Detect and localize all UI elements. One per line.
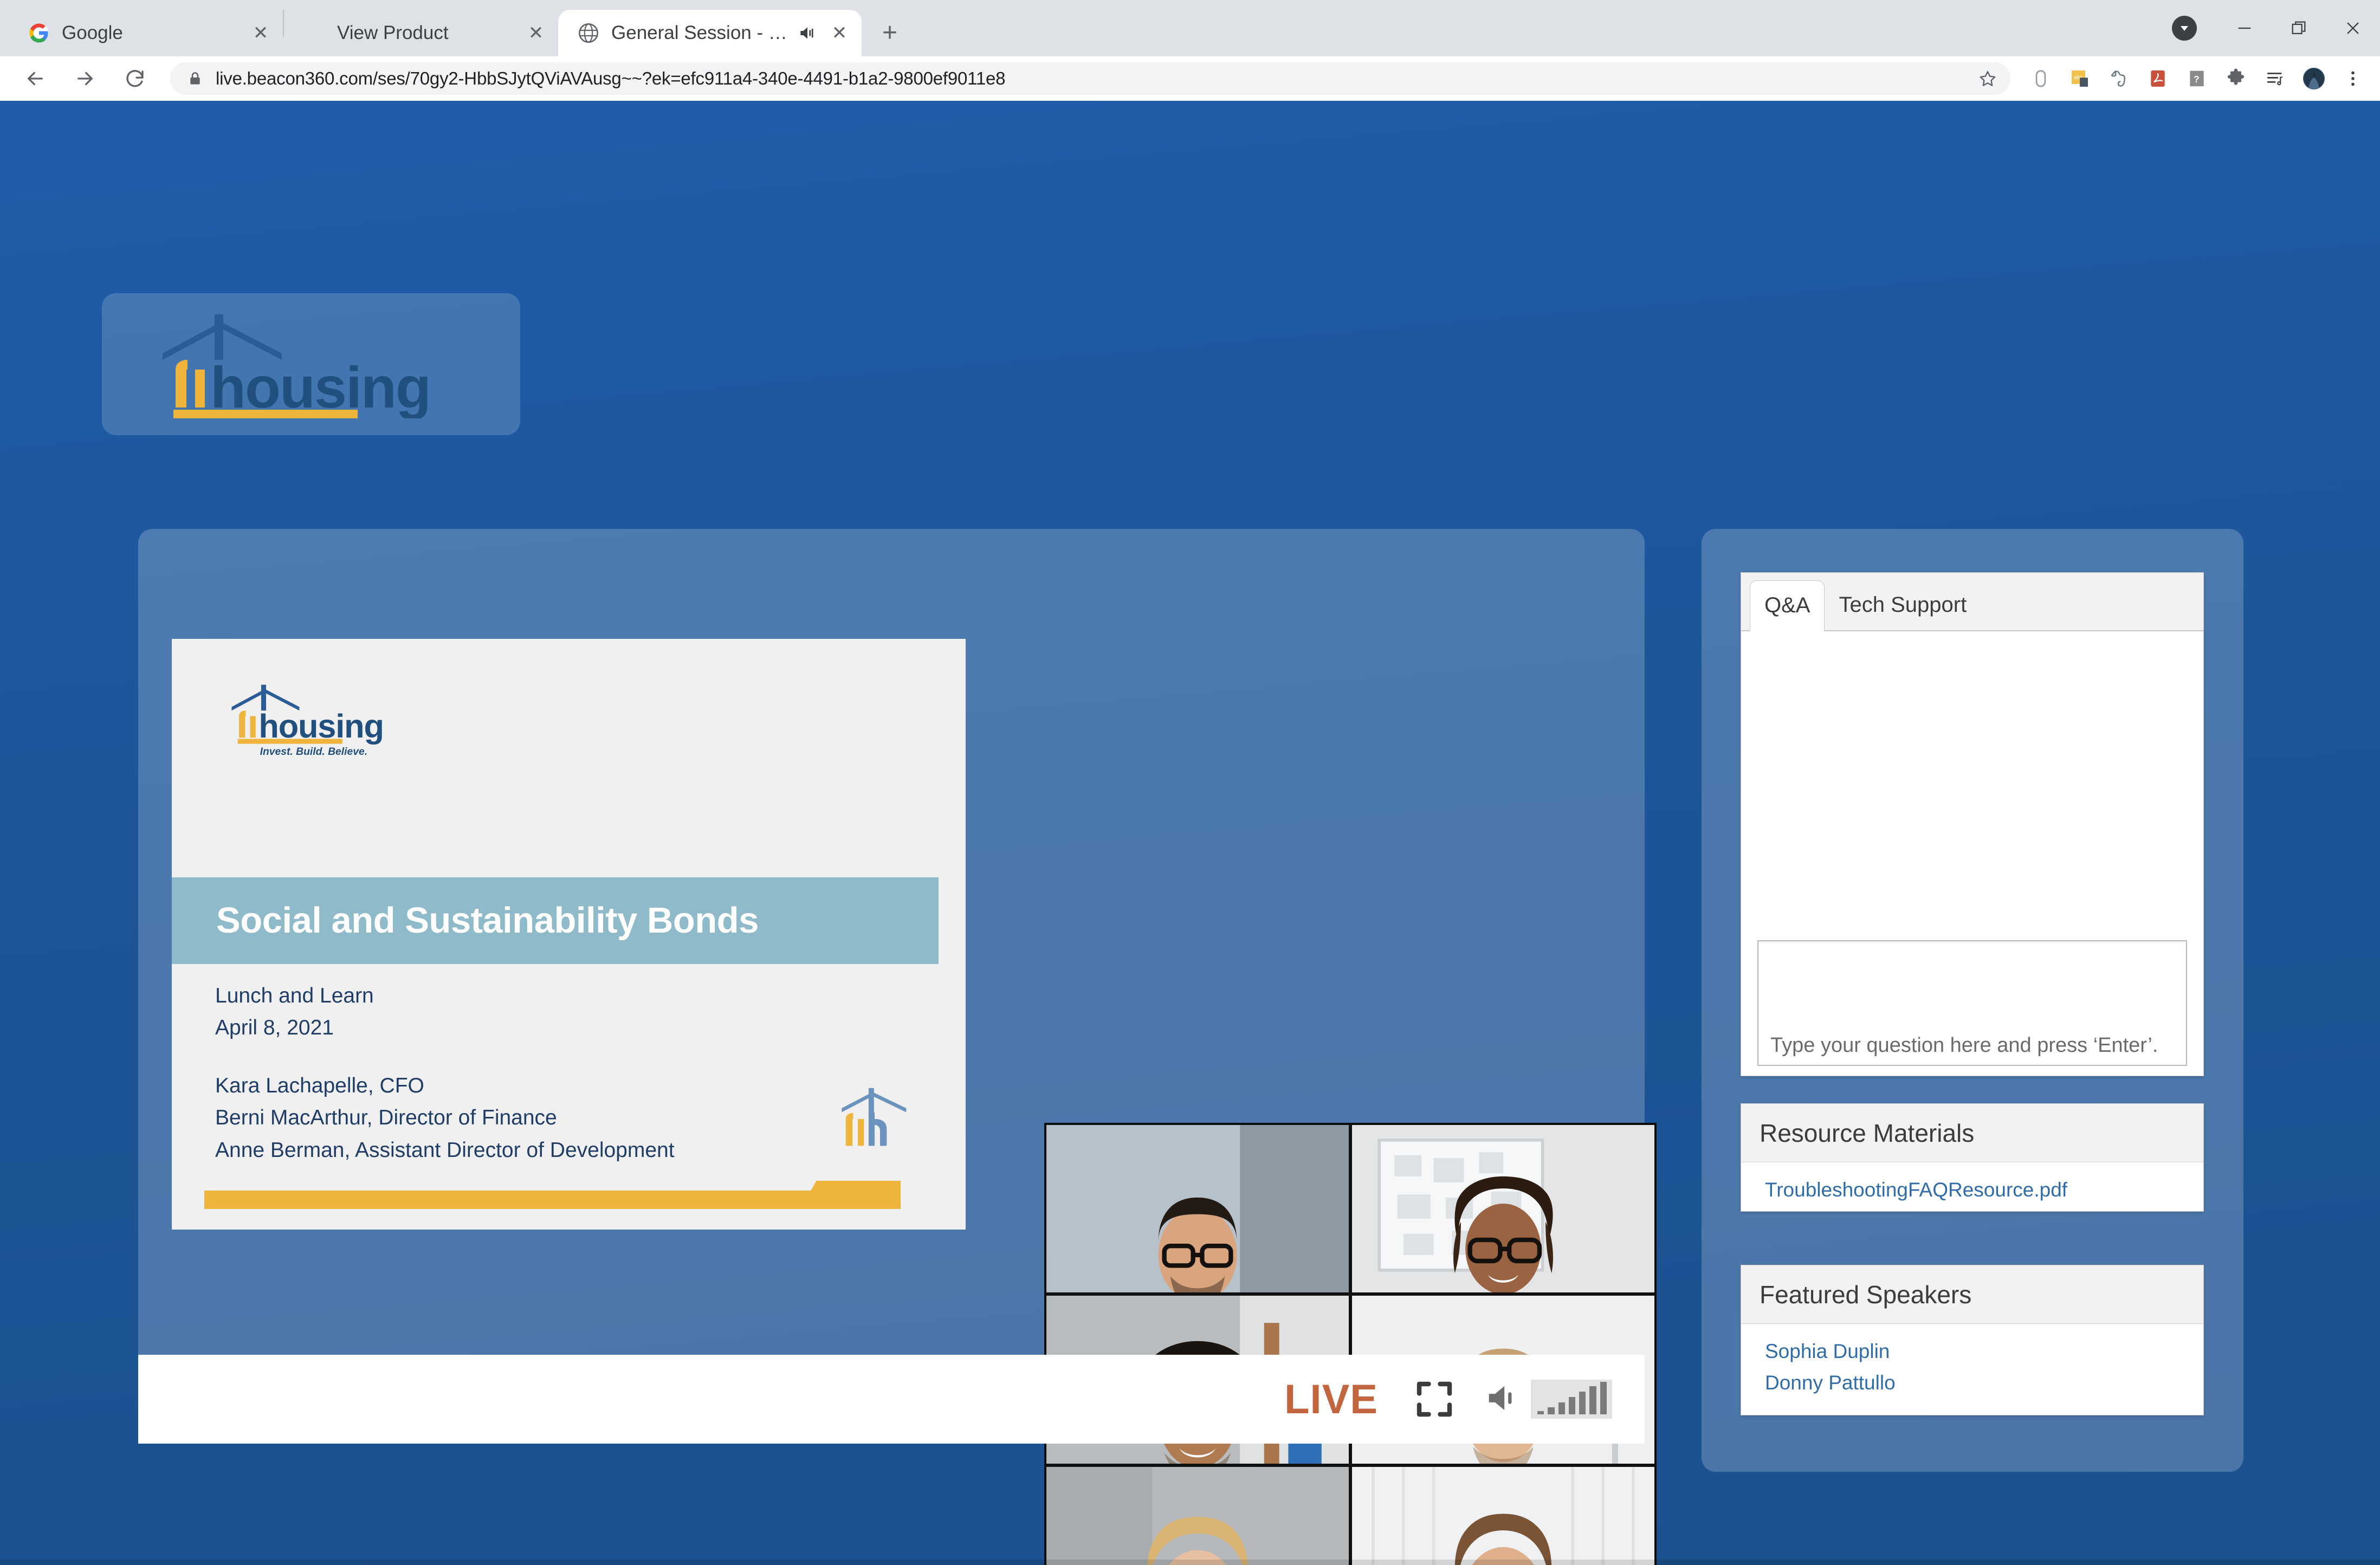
featured-speakers-panel: Featured Speakers Sophia Duplin Donny Pa…: [1741, 1265, 2204, 1415]
reading-list-icon[interactable]: [2255, 59, 2294, 98]
window-maximize-button[interactable]: [2272, 0, 2326, 56]
video-tile-participant-1[interactable]: [1046, 1125, 1349, 1292]
svg-text:Invest. Build. Believe.: Invest. Build. Believe.: [260, 746, 367, 758]
lock-icon: [186, 70, 204, 87]
svg-text:housing: housing: [210, 354, 430, 418]
slide-date: April 8, 2021: [215, 1012, 374, 1044]
google-icon: [27, 21, 51, 45]
help-extension-icon[interactable]: ?: [2177, 59, 2216, 98]
tab-close-button[interactable]: ✕: [248, 21, 273, 46]
chrome-menu-icon[interactable]: [2333, 59, 2372, 98]
slide-speaker: Anne Berman, Assistant Director of Devel…: [215, 1134, 675, 1166]
side-rail: Q&A Tech Support Type your question here…: [1702, 529, 2243, 1472]
resource-materials-heading: Resource Materials: [1741, 1104, 2203, 1162]
adobe-acrobat-icon[interactable]: [2138, 59, 2177, 98]
browser-window: Google ✕ View Product ✕ General Session …: [0, 0, 2380, 1565]
qa-question-input[interactable]: Type your question here and press ‘Enter…: [1757, 940, 2187, 1066]
qa-panel: Q&A Tech Support Type your question here…: [1741, 572, 2204, 1076]
fullscreen-icon[interactable]: [1408, 1373, 1460, 1425]
video-tile-participant-2[interactable]: [1352, 1125, 1654, 1292]
speaker-link[interactable]: Sophia Duplin: [1765, 1336, 2203, 1367]
globe-icon: [577, 21, 600, 45]
tabstrip-left-spacer: [0, 0, 9, 56]
browser-tab-google[interactable]: Google ✕: [9, 10, 283, 56]
browser-tab-general-session[interactable]: General Session - Resilience ✕: [558, 10, 862, 56]
tab-close-button[interactable]: ✕: [523, 21, 548, 46]
slide-speaker-list: Kara Lachapelle, CFO Berni MacArthur, Di…: [215, 1070, 675, 1166]
svg-text:?: ?: [2194, 74, 2200, 85]
video-player-controls: LIVE: [138, 1355, 1645, 1444]
extension-icon[interactable]: [2021, 59, 2060, 98]
puzzle-extensions-icon[interactable]: [2216, 59, 2255, 98]
tab-audio-playing-icon[interactable]: [796, 21, 819, 45]
forward-button[interactable]: [63, 56, 107, 101]
volume-slider[interactable]: [1531, 1380, 1612, 1419]
video-tile-participant-6[interactable]: [1352, 1467, 1654, 1565]
slide-subtitle: Lunch and Learn April 8, 2021: [215, 980, 374, 1044]
slide-title-band: Social and Sustainability Bonds: [172, 877, 939, 964]
address-bar-url: live.beacon360.com/ses/70gy2-HbbSJytQViA…: [216, 68, 1005, 89]
resource-materials-list: TroubleshootingFAQResource.pdf: [1741, 1162, 2203, 1206]
tab-close-button[interactable]: ✕: [827, 21, 852, 46]
speaker-link[interactable]: Donny Pattullo: [1765, 1367, 2203, 1399]
new-tab-button[interactable]: +: [869, 12, 910, 53]
qa-message-log: [1741, 631, 2203, 940]
page-bottom-edge: [0, 1560, 2380, 1565]
update-available-icon: [2172, 16, 2197, 41]
notes-extension-icon[interactable]: abc: [2060, 59, 2099, 98]
brand-logo-card: housing: [102, 293, 520, 435]
extension-tray: abc ?: [2021, 59, 2380, 98]
window-close-button[interactable]: [2326, 0, 2380, 56]
tab-strip: Google ✕ View Product ✕ General Session …: [0, 0, 2380, 56]
resource-materials-panel: Resource Materials TroubleshootingFAQRes…: [1741, 1103, 2204, 1212]
slide-logo: housing Invest. Build. Believe.: [221, 682, 411, 762]
window-minimize-button[interactable]: [2217, 0, 2272, 56]
slide-corner-mark: [827, 1082, 928, 1156]
resource-link[interactable]: TroubleshootingFAQResource.pdf: [1765, 1174, 2203, 1206]
live-status-badge: LIVE: [1284, 1376, 1378, 1423]
svg-text:housing: housing: [258, 707, 383, 745]
webinar-page: housing housing Invest. Build. Believe.: [0, 101, 2380, 1565]
slide-footer-bar: [204, 1191, 898, 1209]
video-tile-participant-5[interactable]: [1046, 1467, 1349, 1565]
tab-tech-support[interactable]: Tech Support: [1825, 579, 1981, 630]
star-icon[interactable]: [1975, 66, 2001, 92]
profile-avatar-icon[interactable]: [2294, 59, 2333, 98]
rihousing-logo: housing: [143, 310, 479, 418]
slide-event-name: Lunch and Learn: [215, 980, 374, 1012]
tab-title: Google: [62, 22, 241, 44]
video-participant-grid[interactable]: [1044, 1123, 1657, 1565]
address-bar[interactable]: live.beacon360.com/ses/70gy2-HbbSJytQViA…: [170, 62, 2010, 95]
back-button[interactable]: [13, 56, 57, 101]
chrome-update-button[interactable]: [2163, 0, 2217, 56]
qa-input-placeholder: Type your question here and press ‘Enter…: [1770, 1034, 2158, 1057]
volume-control[interactable]: [1482, 1378, 1612, 1421]
window-controls: [2163, 0, 2380, 56]
evernote-icon[interactable]: [2099, 59, 2138, 98]
tab-title: General Session - Resilience: [611, 22, 790, 44]
presentation-slide[interactable]: housing Invest. Build. Believe. Social a…: [172, 639, 966, 1230]
tab-title: View Product: [337, 22, 516, 44]
featured-speakers-list: Sophia Duplin Donny Pattullo: [1741, 1324, 2203, 1399]
slide-speaker: Kara Lachapelle, CFO: [215, 1070, 675, 1102]
slide-speaker: Berni MacArthur, Director of Finance: [215, 1102, 675, 1134]
browser-tab-view-product[interactable]: View Product ✕: [284, 10, 558, 56]
tab-qa[interactable]: Q&A: [1750, 580, 1825, 631]
browser-toolbar: live.beacon360.com/ses/70gy2-HbbSJytQViA…: [0, 56, 2380, 101]
presentation-stage: housing Invest. Build. Believe. Social a…: [138, 529, 1645, 1444]
featured-speakers-heading: Featured Speakers: [1741, 1265, 2203, 1324]
slide-title: Social and Sustainability Bonds: [172, 902, 759, 940]
qa-tab-bar: Q&A Tech Support: [1741, 573, 2203, 631]
blank-favicon-icon: [302, 21, 326, 45]
speaker-icon[interactable]: [1482, 1378, 1523, 1421]
reload-button[interactable]: [113, 56, 157, 101]
